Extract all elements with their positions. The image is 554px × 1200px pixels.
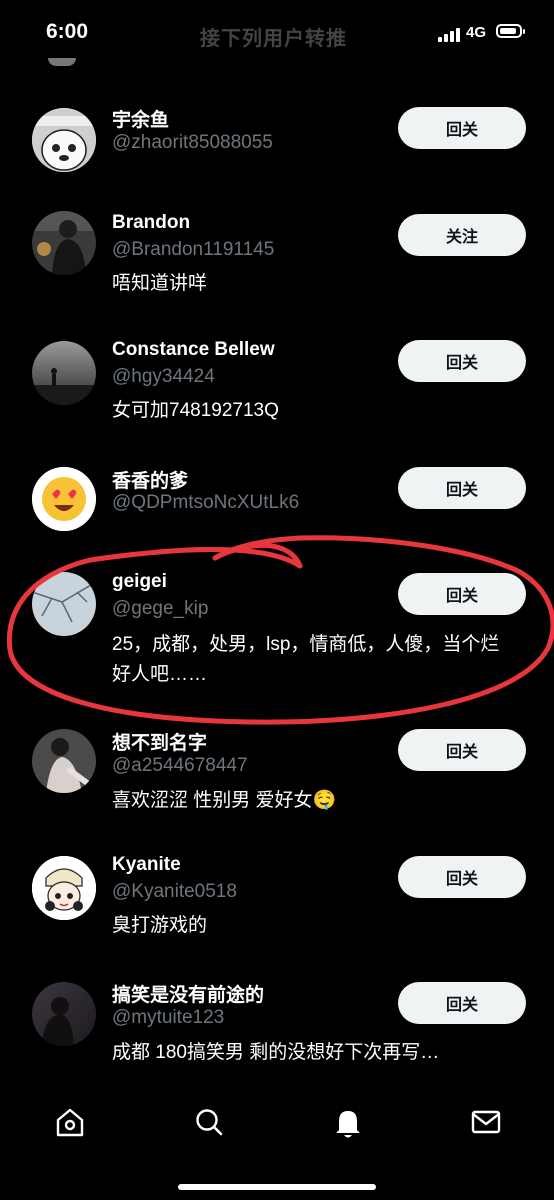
user-name: 想不到名字 — [112, 733, 208, 754]
signal-icon — [438, 26, 460, 42]
tree-branch-photo-avatar[interactable] — [32, 572, 96, 636]
messages-mail-icon[interactable] — [466, 1102, 506, 1142]
user-bio: 25，成都，处男，lsp，情商低，人傻，当个烂好人吧…… — [112, 634, 500, 685]
user-handle: @mytuite123 — [112, 1007, 225, 1028]
user-name: Kyanite — [112, 854, 181, 875]
user-bio: 喜欢涩涩 性别男 爱好女🤤 — [112, 790, 337, 811]
partial-avatar-stub — [48, 58, 76, 66]
home-indicator[interactable] — [178, 1184, 376, 1190]
user-handle: @hgy34424 — [112, 366, 215, 387]
user-name: Constance Bellew — [112, 339, 275, 360]
user-bio: 唔知道讲咩 — [112, 273, 208, 294]
follow-back-button[interactable]: 回关 — [398, 573, 526, 615]
person-photo-avatar[interactable] — [32, 211, 96, 275]
follow-back-button[interactable]: 回关 — [398, 340, 526, 382]
follow-back-button[interactable]: 回关 — [398, 467, 526, 509]
user-bio: 成都 180搞笑男 剩的没想好下次再写… — [112, 1042, 440, 1063]
follow-back-button[interactable]: 回关 — [398, 982, 526, 1024]
user-handle: @gege_kip — [112, 598, 209, 619]
user-name: geigei — [112, 571, 167, 592]
home-icon[interactable] — [50, 1102, 90, 1142]
user-handle: @zhaorit85088055 — [112, 132, 273, 153]
sitting-person-photo-avatar[interactable] — [32, 729, 96, 793]
network-type: 4G — [466, 24, 487, 41]
search-icon[interactable] — [189, 1102, 229, 1142]
faded-header-title: 接下列用户转推 — [200, 28, 347, 50]
follow-button[interactable]: 关注 — [398, 214, 526, 256]
user-handle: @Kyanite0518 — [112, 881, 237, 902]
status-time: 6:00 — [46, 20, 89, 43]
user-bio: 臭打游戏的 — [112, 915, 208, 936]
user-handle: @a2544678447 — [112, 755, 248, 776]
heart-eyes-emoji-avatar[interactable] — [32, 467, 96, 531]
battery-icon — [496, 24, 525, 38]
user-name: 香香的爹 — [112, 471, 189, 492]
bear-cartoon-avatar[interactable] — [32, 108, 96, 172]
status-bar: 接下列用户转推 6:00 4G — [0, 0, 554, 64]
user-bio: 女可加748192713Q — [112, 400, 279, 421]
user-name: Brandon — [112, 212, 191, 233]
user-name: 搞笑是没有前途的 — [112, 985, 265, 1006]
notifications-bell-icon[interactable] — [328, 1102, 368, 1142]
follow-back-button[interactable]: 回关 — [398, 856, 526, 898]
follow-back-button[interactable]: 回关 — [398, 107, 526, 149]
user-handle: @Brandon1191145 — [112, 239, 275, 260]
dusk-profile-photo-avatar[interactable] — [32, 982, 96, 1046]
user-name: 宇余鱼 — [112, 110, 170, 131]
silhouette-photo-avatar[interactable] — [32, 341, 96, 405]
user-handle: @QDPmtsoNcXUtLk6 — [112, 492, 300, 513]
anime-character-avatar[interactable] — [32, 856, 96, 920]
follow-back-button[interactable]: 回关 — [398, 729, 526, 771]
